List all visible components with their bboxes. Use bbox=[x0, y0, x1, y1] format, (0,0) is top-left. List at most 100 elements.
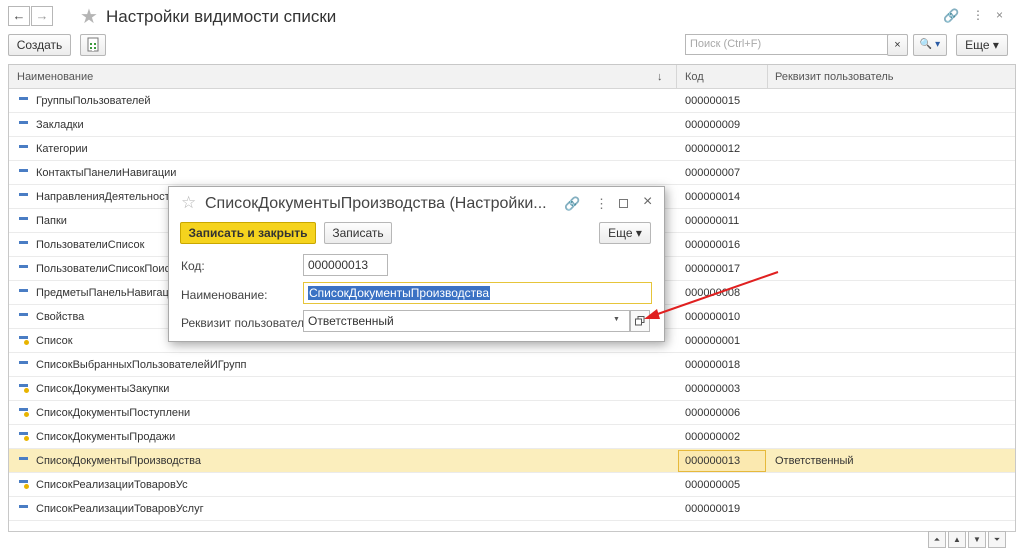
scroll-down-button[interactable]: ▼ bbox=[968, 531, 986, 548]
sort-indicator-icon[interactable]: ↓ bbox=[657, 71, 663, 83]
row-name: КонтактыПанелиНавигации bbox=[36, 167, 177, 179]
row-name: Закладки bbox=[36, 119, 84, 131]
list-item-icon bbox=[19, 169, 28, 172]
list-item-icon bbox=[19, 241, 28, 244]
dialog-more-button[interactable]: Еще ▾ bbox=[599, 222, 651, 244]
table-row[interactable]: СписокДокументыЗакупки 000000003 bbox=[9, 377, 1015, 401]
dialog-link-icon[interactable]: 🔗 bbox=[564, 196, 580, 212]
list-item-icon bbox=[19, 505, 28, 508]
more-vertical-icon[interactable]: ⋮ bbox=[972, 8, 984, 22]
list-key-icon bbox=[19, 384, 29, 393]
arrow-left-icon: ← bbox=[12, 8, 26, 23]
name-label: Наименование: bbox=[181, 288, 268, 302]
row-name: Категории bbox=[36, 143, 88, 155]
search-input[interactable]: Поиск (Ctrl+F) bbox=[685, 34, 907, 55]
column-header-requisite[interactable]: Реквизит пользователь bbox=[775, 71, 894, 83]
scroll-bottom-button[interactable]: ⏷ bbox=[988, 531, 1006, 548]
dialog-title: СписокДокументыПроизводства (Настройки..… bbox=[205, 195, 547, 212]
row-name: ПользователиСписок bbox=[36, 239, 145, 251]
row-name: Свойства bbox=[36, 311, 85, 323]
table-row[interactable]: Закладки 000000009 bbox=[9, 113, 1015, 137]
annotation-arrow bbox=[644, 271, 779, 319]
table-row[interactable]: СписокРеализацииТоваровУслуг 000000019 bbox=[9, 497, 1015, 521]
row-code: 000000014 bbox=[685, 191, 741, 203]
row-name: СписокВыбранныхПользователейИГрупп bbox=[36, 359, 247, 371]
list-item-icon bbox=[19, 97, 28, 100]
name-field-value: СписокДокументыПроизводства bbox=[308, 286, 491, 300]
requisite-field[interactable]: Ответственный bbox=[303, 310, 630, 332]
row-name: НаправленияДеятельности bbox=[36, 191, 176, 203]
dialog-close-icon[interactable]: × bbox=[643, 193, 652, 211]
name-field[interactable]: СписокДокументыПроизводства bbox=[303, 282, 652, 304]
row-code: 000000015 bbox=[685, 95, 741, 107]
table-row[interactable]: КонтактыПанелиНавигации 000000007 bbox=[9, 161, 1015, 185]
row-code: 000000006 bbox=[685, 407, 741, 419]
code-field[interactable]: 000000013 bbox=[303, 254, 388, 276]
link-icon[interactable]: 🔗 bbox=[943, 8, 959, 24]
row-code: 000000009 bbox=[685, 119, 741, 131]
list-item-icon bbox=[19, 265, 28, 268]
list-key-icon bbox=[19, 480, 29, 489]
row-name: СписокРеализацииТоваровУслуг bbox=[36, 503, 204, 515]
search-clear-button[interactable]: × bbox=[887, 34, 908, 56]
row-name: СписокРеализацииТоваровУс bbox=[36, 479, 188, 491]
row-code: 000000012 bbox=[685, 143, 741, 155]
row-code: 000000018 bbox=[685, 359, 741, 371]
row-name: Список bbox=[36, 335, 73, 347]
row-code: 000000007 bbox=[685, 167, 741, 179]
row-name: СписокДокументыПроизводства bbox=[36, 455, 202, 467]
page-title: Настройки видимости списки bbox=[106, 7, 337, 26]
create-button[interactable]: Создать bbox=[8, 34, 71, 56]
table-row[interactable]: ГруппыПользователей 000000015 bbox=[9, 89, 1015, 113]
dialog-maximize-icon[interactable] bbox=[619, 199, 628, 208]
table-row[interactable]: СписокДокументыПродажи 000000002 bbox=[9, 425, 1015, 449]
list-item-icon bbox=[19, 121, 28, 124]
scroll-up-button[interactable]: ▲ bbox=[948, 531, 966, 548]
forward-button[interactable]: → bbox=[31, 6, 53, 26]
row-code: 000000001 bbox=[685, 335, 741, 347]
list-item-icon bbox=[19, 313, 28, 316]
row-code: 000000003 bbox=[685, 383, 741, 395]
requisite-label: Реквизит пользователь: bbox=[181, 316, 314, 330]
edit-dialog: ☆ СписокДокументыПроизводства (Настройки… bbox=[168, 186, 665, 342]
row-requisite: Ответственный bbox=[775, 455, 854, 467]
search-placeholder: Поиск (Ctrl+F) bbox=[690, 38, 762, 50]
list-item-icon bbox=[19, 457, 28, 460]
save-button[interactable]: Записать bbox=[324, 222, 392, 244]
search-icon: 🔍 ▾ bbox=[919, 39, 941, 50]
list-key-icon bbox=[19, 336, 29, 345]
row-code: 000000019 bbox=[685, 503, 741, 515]
list-key-icon bbox=[19, 408, 29, 417]
row-code: 000000013 bbox=[685, 455, 741, 467]
list-item-icon bbox=[19, 193, 28, 196]
table-row[interactable]: СписокДокументыПроизводства 000000013 Отве… bbox=[9, 449, 1015, 473]
list-item-icon bbox=[19, 289, 28, 292]
table-row[interactable]: Категории 000000012 bbox=[9, 137, 1015, 161]
table-row[interactable]: СписокВыбранныхПользователейИГрупп 000000… bbox=[9, 353, 1015, 377]
more-button[interactable]: Еще ▾ bbox=[956, 34, 1008, 56]
row-name: СписокДокументыПродажи bbox=[36, 431, 176, 443]
pager: ⏶ ▲ ▼ ⏷ bbox=[928, 531, 1008, 549]
search-button[interactable]: 🔍 ▾ bbox=[913, 34, 947, 56]
row-code: 000000016 bbox=[685, 239, 741, 251]
table-row[interactable]: СписокРеализацииТоваровУс 000000005 bbox=[9, 473, 1015, 497]
column-header-code[interactable]: Код bbox=[685, 71, 704, 83]
row-name: СписокДокументыЗакупки bbox=[36, 383, 170, 395]
code-label: Код: bbox=[181, 259, 205, 273]
dialog-more-vertical-icon[interactable]: ⋮ bbox=[595, 196, 608, 212]
dialog-favorite-star-icon[interactable]: ☆ bbox=[181, 193, 196, 213]
save-and-close-button[interactable]: Записать и закрыть bbox=[180, 222, 316, 244]
create-copy-button[interactable] bbox=[80, 34, 106, 56]
close-icon[interactable]: × bbox=[996, 8, 1003, 22]
requisite-dropdown-icon[interactable]: ▼ bbox=[613, 316, 620, 323]
row-name: Папки bbox=[36, 215, 67, 227]
favorite-star-icon[interactable]: ★ bbox=[80, 4, 98, 29]
row-code: 000000005 bbox=[685, 479, 741, 491]
row-name: ПользователиСписокПоиск bbox=[36, 263, 175, 275]
back-button[interactable]: ← bbox=[8, 6, 30, 26]
scroll-top-button[interactable]: ⏶ bbox=[928, 531, 946, 548]
row-name: ПредметыПанельНавигации bbox=[36, 287, 182, 299]
table-row[interactable]: СписокДокументыПоступлени 000000006 bbox=[9, 401, 1015, 425]
column-header-name[interactable]: Наименование bbox=[17, 71, 93, 83]
arrow-right-icon: → bbox=[35, 8, 49, 23]
